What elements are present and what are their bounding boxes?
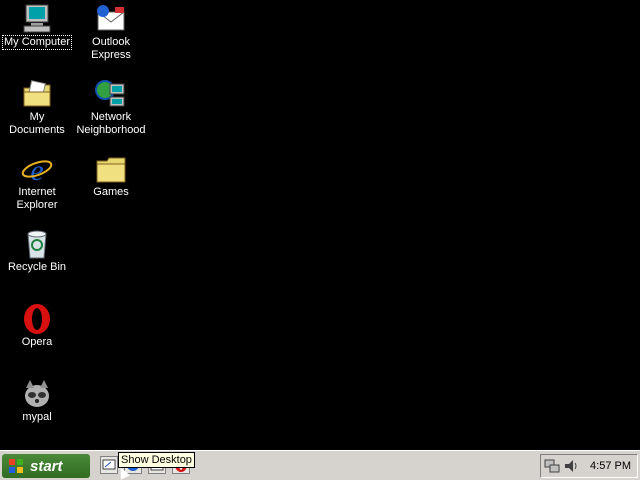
- system-tray: 4:57 PM: [540, 454, 638, 478]
- desktop-icon-opera[interactable]: Opera: [0, 303, 74, 349]
- my-documents-icon: [21, 78, 53, 110]
- start-button[interactable]: start: [2, 454, 90, 478]
- start-label: start: [30, 457, 63, 475]
- desktop: My Computer Outlook Express My Documents: [0, 0, 640, 450]
- my-computer-icon: [21, 3, 53, 35]
- desktop-icon-label: Network Neighborhood: [76, 111, 146, 136]
- internet-explorer-icon: e: [21, 153, 53, 187]
- desktop-icon-label: Recycle Bin: [7, 261, 67, 273]
- desktop-icon-mypal[interactable]: mypal: [0, 378, 74, 424]
- windows-flag-icon: [8, 458, 24, 474]
- desktop-icon-label: Internet Explorer: [16, 186, 58, 211]
- desktop-icon-label: Opera: [21, 336, 53, 348]
- desktop-icon-label: Games: [93, 186, 129, 198]
- opera-icon: [21, 303, 53, 335]
- desktop-icon-outlook-express[interactable]: Outlook Express: [74, 3, 148, 62]
- desktop-icon-network-neighborhood[interactable]: Network Neighborhood: [74, 78, 148, 137]
- desktop-icon-label: Outlook Express: [91, 36, 131, 61]
- desktop-icon-label: mypal: [22, 411, 52, 423]
- network-neighborhood-icon: [95, 78, 127, 110]
- show-desktop-tooltip: Show Desktop: [118, 452, 195, 468]
- desktop-icon-my-documents[interactable]: My Documents: [0, 78, 74, 137]
- clock[interactable]: 4:57 PM: [590, 460, 631, 472]
- svg-text:e: e: [30, 154, 43, 185]
- volume-tray-icon[interactable]: [563, 458, 579, 474]
- desktop-icon-recycle-bin[interactable]: Recycle Bin: [0, 228, 74, 274]
- mypal-icon: [21, 378, 53, 410]
- show-desktop-icon[interactable]: [100, 456, 118, 474]
- taskbar: start 4:57 PM: [0, 450, 640, 480]
- network-tray-icon[interactable]: [544, 458, 560, 474]
- outlook-express-icon: [95, 3, 127, 35]
- desktop-icon-label: My Computer: [1, 35, 73, 50]
- desktop-icon-internet-explorer[interactable]: e Internet Explorer: [0, 153, 74, 212]
- desktop-icon-games[interactable]: Games: [74, 153, 148, 199]
- desktop-icon-my-computer[interactable]: My Computer: [0, 3, 74, 50]
- games-folder-icon: [95, 153, 127, 185]
- desktop-icon-label: My Documents: [9, 111, 65, 136]
- recycle-bin-icon: [21, 228, 53, 260]
